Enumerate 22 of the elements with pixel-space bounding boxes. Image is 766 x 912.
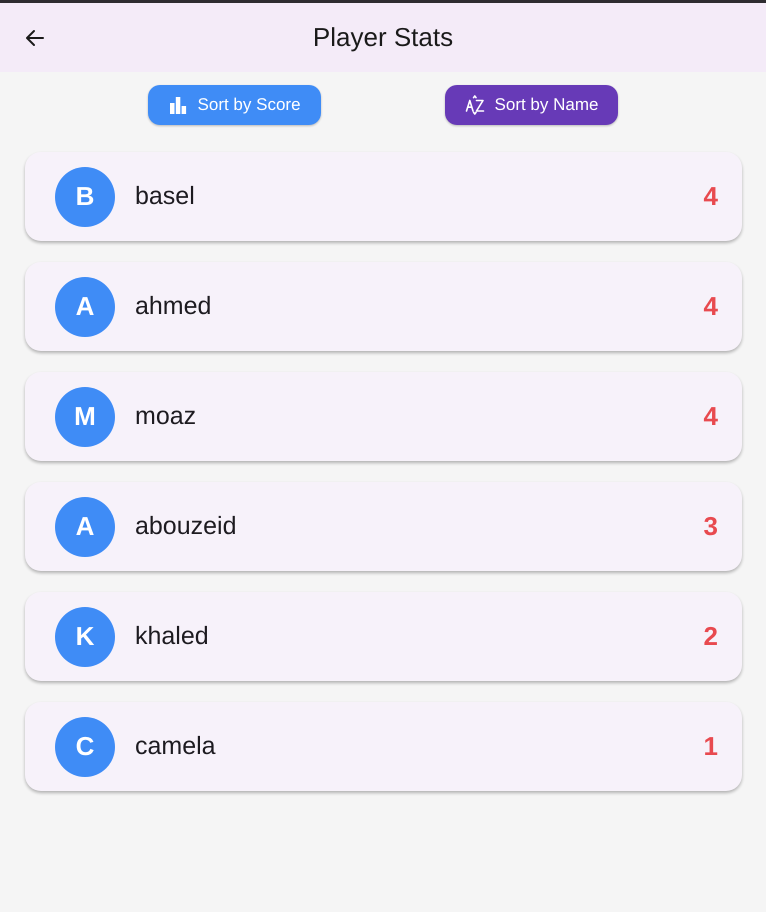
player-name: camela (135, 732, 217, 761)
player-name: khaled (135, 622, 210, 651)
player-avatar: C (55, 716, 115, 776)
sort-button[interactable]: Sort by Name (444, 85, 618, 125)
player-avatar: A (55, 276, 115, 336)
player-score: 1 (704, 731, 718, 762)
page-title: Player Stats (312, 22, 454, 53)
player-score: 2 (704, 621, 718, 652)
player-score: 3 (704, 511, 718, 542)
player-score: 4 (704, 401, 718, 432)
player-score: 4 (704, 291, 718, 322)
player-name: ahmed (135, 292, 212, 321)
alphabet-sort-icon (464, 95, 485, 115)
player-name: basel (135, 182, 196, 211)
player-score: 4 (704, 181, 718, 212)
player-name: abouzeid (135, 512, 238, 541)
player-name: moaz (135, 402, 198, 431)
player-avatar: B (55, 166, 115, 226)
player-avatar: A (55, 496, 115, 556)
player-avatar: M (55, 386, 115, 446)
player-avatar: K (55, 606, 115, 666)
bar-chart-icon (168, 95, 188, 115)
